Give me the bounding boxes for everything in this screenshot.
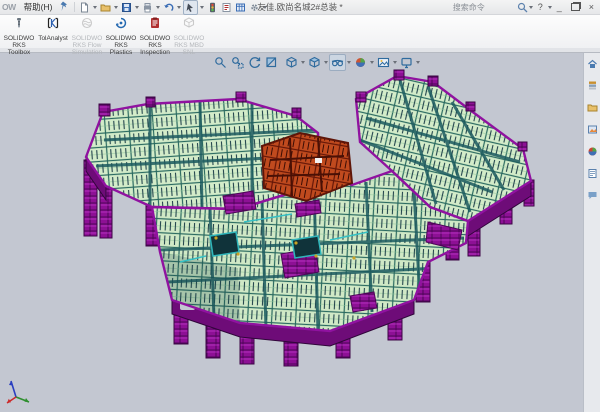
minimize-button[interactable]: _: [553, 1, 566, 14]
addin-label: SOLIDWORKS Plastics: [104, 35, 138, 56]
zoom-to-fit-icon[interactable]: [212, 54, 229, 71]
search-input[interactable]: [451, 1, 517, 14]
open-document-button[interactable]: [99, 1, 112, 14]
dropdown-caret[interactable]: [200, 6, 204, 9]
zoom-to-area-icon[interactable]: [229, 54, 246, 71]
previous-view-icon[interactable]: [246, 54, 263, 71]
addin-label: SOLIDWORKS Inspection: [138, 35, 172, 56]
print-button[interactable]: [141, 1, 154, 14]
heads-up-toolbar: [212, 54, 421, 70]
appearances-icon[interactable]: [587, 144, 598, 162]
toolbar-separator: [74, 2, 75, 12]
apply-scene-icon[interactable]: [375, 54, 392, 71]
flow-simulation-icon: [81, 16, 93, 34]
addin-plastics[interactable]: SOLIDWORKS Plastics: [104, 14, 138, 56]
addin-mbd-snl[interactable]: SOLIDWORKS MBD SNL: [172, 14, 206, 56]
new-document-button[interactable]: [78, 1, 91, 14]
file-explorer-icon[interactable]: [587, 100, 598, 118]
document-title: 友佳.欧尚名城2#总装 *: [257, 1, 343, 13]
hide-show-items-icon[interactable]: [329, 54, 346, 71]
custom-properties-icon[interactable]: [587, 166, 598, 184]
search-icon[interactable]: [517, 2, 528, 13]
titlebar-right: ? _ ×: [451, 0, 598, 14]
quick-access-toolbar: [78, 0, 268, 15]
edit-appearance-icon[interactable]: [352, 54, 369, 71]
inspection-icon: [149, 16, 161, 34]
file-properties-button[interactable]: [220, 1, 233, 14]
task-pane: [583, 52, 600, 412]
plastics-icon: [115, 16, 127, 34]
mbd-icon: [183, 16, 195, 34]
display-style-icon[interactable]: [306, 54, 323, 71]
undo-button[interactable]: [162, 1, 175, 14]
model-canvas[interactable]: [0, 52, 584, 412]
reference-triad: [2, 376, 32, 406]
addin-label: SOLIDWORKS MBD SNL: [172, 35, 206, 56]
select-button[interactable]: [183, 0, 198, 15]
pin-icon[interactable]: [59, 1, 68, 14]
titlebar: OW 帮助(H): [0, 0, 600, 15]
view-settings-icon[interactable]: [398, 54, 415, 71]
help-button[interactable]: ?: [534, 1, 547, 14]
close-button[interactable]: ×: [585, 1, 598, 14]
menu-help[interactable]: 帮助(H): [20, 1, 57, 13]
addin-label: SOLIDWORKS Toolbox: [2, 35, 36, 56]
addin-label: TolAnalyst: [36, 35, 70, 42]
search-options-caret[interactable]: [529, 6, 533, 9]
addin-solidworks-toolbox[interactable]: SOLIDWORKS Toolbox: [2, 14, 36, 56]
app-logo-fragment: OW: [2, 2, 16, 12]
rebuild-traffic-light-button[interactable]: [206, 1, 219, 14]
dropdown-caret[interactable]: [301, 61, 305, 64]
save-button[interactable]: [120, 1, 133, 14]
options-grid-button[interactable]: [234, 1, 247, 14]
addin-tolanalyst[interactable]: TolAnalyst: [36, 14, 70, 42]
dropdown-caret[interactable]: [135, 6, 139, 9]
design-library-icon[interactable]: [587, 78, 598, 96]
dropdown-caret[interactable]: [177, 6, 181, 9]
dropdown-caret[interactable]: [416, 61, 420, 64]
dropdown-caret[interactable]: [347, 61, 351, 64]
dropdown-caret[interactable]: [393, 61, 397, 64]
addin-inspection[interactable]: SOLIDWORKS Inspection: [138, 14, 172, 56]
addin-label: SOLIDWORKS Flow Simulation: [70, 35, 104, 56]
home-icon[interactable]: [587, 56, 598, 74]
forum-icon[interactable]: [587, 188, 598, 206]
addin-toolbar: SOLIDWORKS Toolbox TolAnalyst SOLIDWORKS…: [0, 14, 600, 48]
solidworks-window: { "titlebar": { "logo_fragment": "OW", "…: [0, 0, 600, 412]
graphics-viewport[interactable]: [0, 52, 584, 412]
restore-button[interactable]: [571, 3, 580, 11]
addin-flow-simulation[interactable]: SOLIDWORKS Flow Simulation: [70, 14, 104, 56]
dropdown-caret[interactable]: [156, 6, 160, 9]
toolbox-screw-icon: [13, 16, 25, 34]
view-orientation-icon[interactable]: [283, 54, 300, 71]
dropdown-caret[interactable]: [370, 61, 374, 64]
dropdown-caret[interactable]: [93, 6, 97, 9]
view-palette-icon[interactable]: [587, 122, 598, 140]
tolanalyst-icon: [47, 16, 59, 34]
section-view-icon[interactable]: [263, 54, 280, 71]
help-caret[interactable]: [548, 6, 552, 9]
dropdown-caret[interactable]: [324, 61, 328, 64]
dropdown-caret[interactable]: [114, 6, 118, 9]
